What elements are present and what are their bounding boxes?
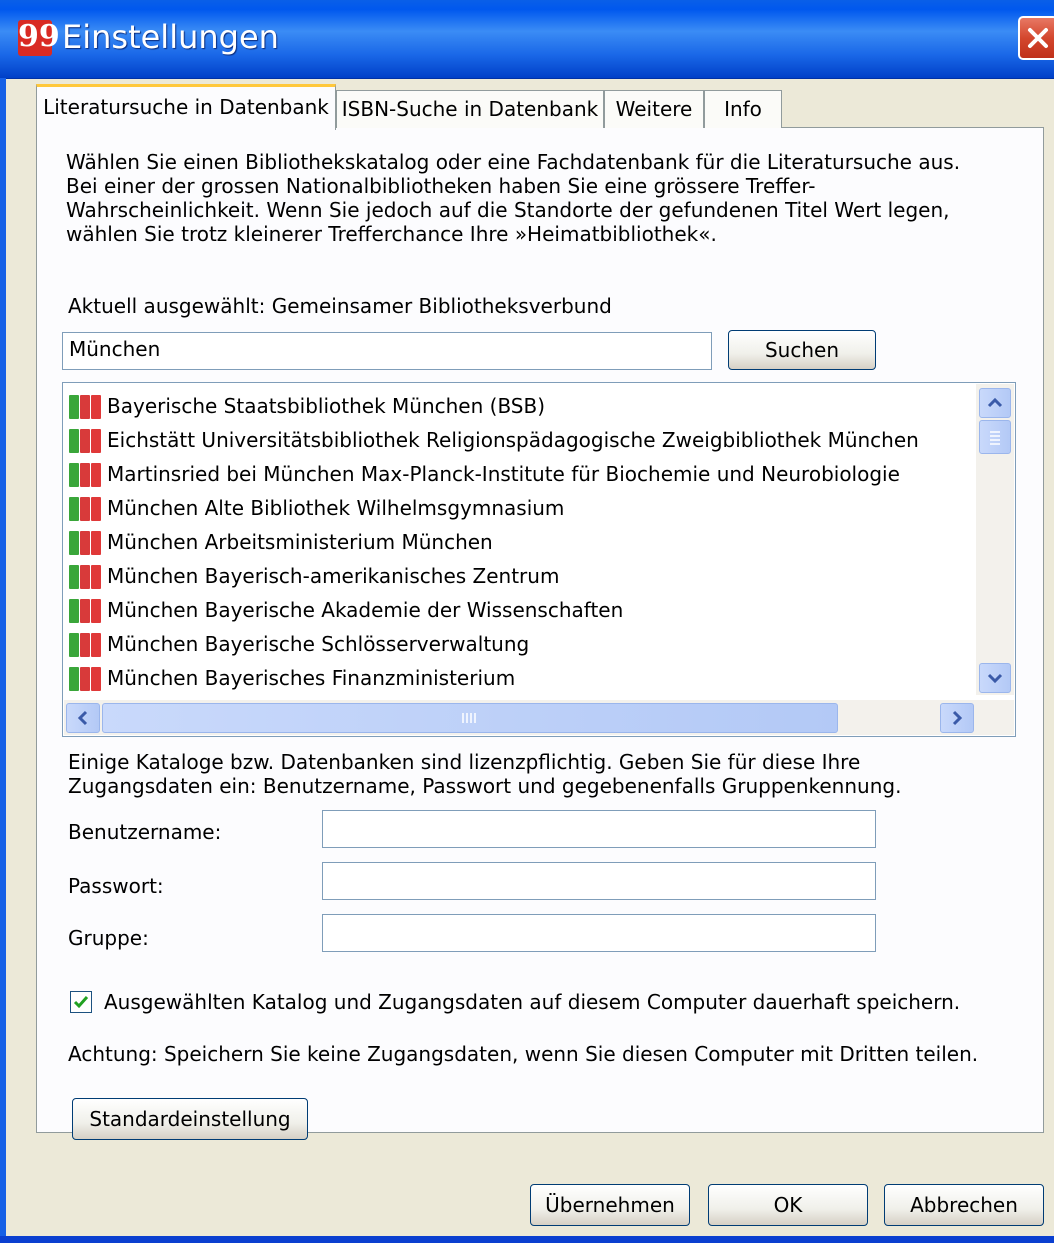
scroll-down-button[interactable] xyxy=(979,663,1011,693)
vertical-scrollbar[interactable] xyxy=(976,384,1014,695)
default-settings-button[interactable]: Standardeinstellung xyxy=(72,1098,308,1140)
books-icon xyxy=(69,395,103,419)
list-item-label: Eichstätt Universitätsbibliothek Religio… xyxy=(107,428,919,452)
apply-button[interactable]: Übernehmen xyxy=(530,1184,690,1226)
current-selection-label: Aktuell ausgewählt: Gemeinsamer Biblioth… xyxy=(68,294,612,318)
tab-more[interactable]: Weitere xyxy=(604,90,704,128)
horizontal-scrollbar[interactable] xyxy=(64,700,1014,735)
books-icon xyxy=(69,667,103,691)
tab-literature-search[interactable]: Literatursuche in Datenbank xyxy=(36,84,336,130)
window-frame-left xyxy=(0,78,6,1243)
intro-line: Wählen Sie einen Bibliothekskatalog oder… xyxy=(66,150,961,174)
list-item-label: Bayerische Staatsbibliothek München (BSB… xyxy=(107,394,546,418)
save-settings-checkbox[interactable] xyxy=(70,991,92,1013)
window-frame-bottom xyxy=(0,1236,1054,1243)
password-label: Passwort: xyxy=(68,874,164,898)
books-icon xyxy=(69,463,103,487)
intro-line: Wahrscheinlichkeit. Wenn Sie jedoch auf … xyxy=(66,198,950,222)
scroll-left-button[interactable] xyxy=(66,703,100,733)
books-icon xyxy=(69,565,103,589)
save-settings-label: Ausgewählten Katalog und Zugangsdaten au… xyxy=(104,990,961,1014)
close-button[interactable] xyxy=(1018,16,1054,60)
settings-dialog: 99 Einstellungen Literatursuche in Daten… xyxy=(0,0,1054,1243)
scroll-thumb[interactable] xyxy=(979,420,1011,454)
list-item-label: München Bayerisches Finanzministerium xyxy=(107,666,516,690)
books-icon xyxy=(69,599,103,623)
books-icon xyxy=(69,531,103,555)
books-icon xyxy=(69,429,103,453)
list-item-label: München Alte Bibliothek Wilhelmsgymnasiu… xyxy=(107,496,565,520)
group-label: Gruppe: xyxy=(68,926,149,950)
list-item-label: München Arbeitsministerium München xyxy=(107,530,493,554)
intro-text: Wählen Sie einen Bibliothekskatalog oder… xyxy=(66,150,1026,246)
scroll-up-button[interactable] xyxy=(979,388,1011,418)
books-icon xyxy=(69,633,103,657)
grip-icon xyxy=(462,713,476,723)
library-list[interactable]: Bayerische Staatsbibliothek München (BSB… xyxy=(62,382,1016,737)
title-bar[interactable]: 99 Einstellungen xyxy=(0,0,1054,79)
list-item-label: München Bayerische Akademie der Wissensc… xyxy=(107,598,624,622)
license-note-line: Einige Kataloge bzw. Datenbanken sind li… xyxy=(68,750,861,774)
license-note-line: Zugangsdaten ein: Benutzername, Passwort… xyxy=(68,774,902,798)
scroll-thumb[interactable] xyxy=(102,703,838,733)
close-icon xyxy=(1028,28,1048,48)
checkmark-icon xyxy=(73,996,89,1009)
search-button[interactable]: Suchen xyxy=(728,330,876,370)
list-item-label: München Bayerisch-amerikanisches Zentrum xyxy=(107,564,560,588)
window-title: Einstellungen xyxy=(62,18,279,56)
chevron-down-icon xyxy=(987,673,1003,684)
username-field[interactable] xyxy=(322,810,876,848)
list-item-label: Martinsried bei München Max-Planck-Insti… xyxy=(107,462,900,486)
license-note: Einige Kataloge bzw. Datenbanken sind li… xyxy=(68,750,901,798)
password-field[interactable] xyxy=(322,862,876,900)
grip-icon xyxy=(990,431,1000,445)
username-label: Benutzername: xyxy=(68,820,222,844)
cancel-button[interactable]: Abbrechen xyxy=(884,1184,1044,1226)
tab-isbn-search[interactable]: ISBN-Suche in Datenbank xyxy=(336,90,604,128)
app-quote-icon: 99 xyxy=(18,19,60,56)
scroll-right-button[interactable] xyxy=(940,703,974,733)
group-field[interactable] xyxy=(322,914,876,952)
chevron-up-icon xyxy=(987,397,1003,408)
books-icon xyxy=(69,497,103,521)
warning-text: Achtung: Speichern Sie keine Zugangsdate… xyxy=(68,1042,979,1066)
ok-button[interactable]: OK xyxy=(708,1184,868,1226)
list-item-label: München Bayerische Schlösserverwaltung xyxy=(107,632,530,656)
chevron-right-icon xyxy=(952,710,963,726)
tab-info[interactable]: Info xyxy=(704,90,782,128)
intro-line: wählen Sie trotz kleinerer Trefferchance… xyxy=(66,222,717,246)
library-search-input[interactable]: München xyxy=(62,332,712,370)
chevron-left-icon xyxy=(77,710,88,726)
intro-line: Bei einer der grossen Nationalbibliothek… xyxy=(66,174,816,198)
